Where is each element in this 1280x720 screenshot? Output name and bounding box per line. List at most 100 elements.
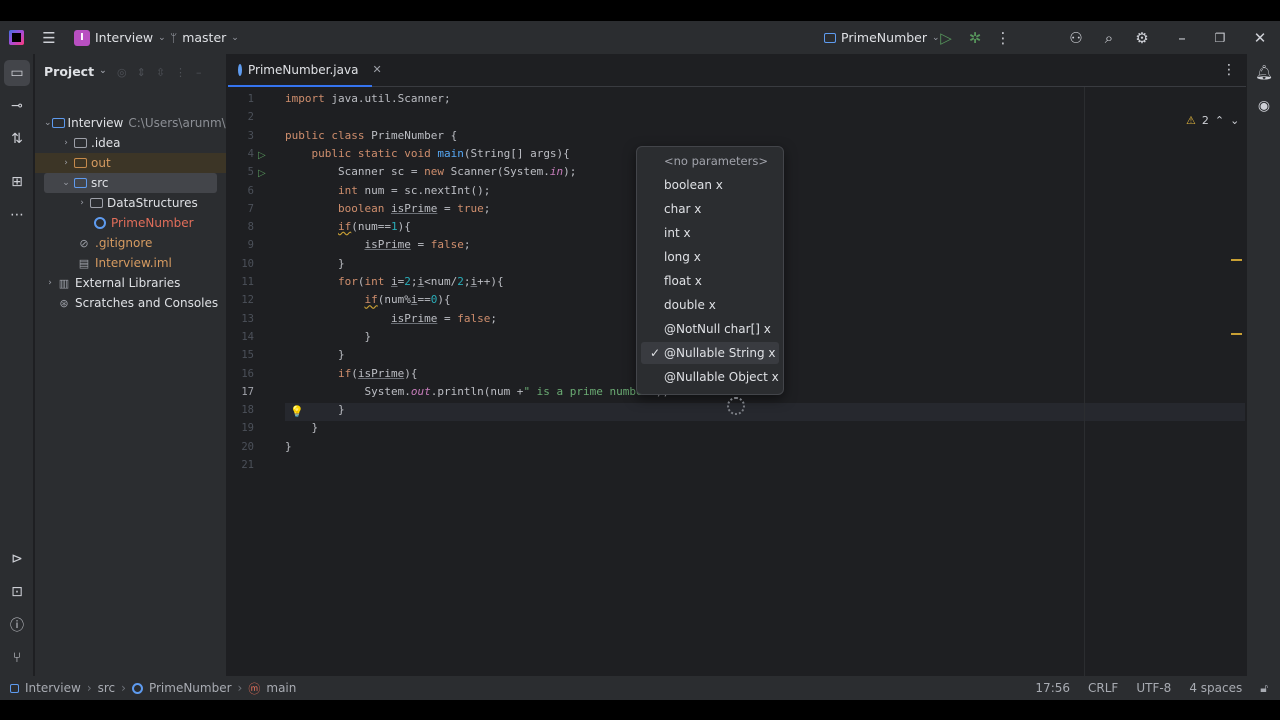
structure-icon[interactable]: ⊞ xyxy=(0,169,34,195)
read-only-lock-icon[interactable]: 🔓︎ xyxy=(1260,681,1268,696)
line-number: 4 xyxy=(247,147,254,160)
chevron-right-icon[interactable]: › xyxy=(60,138,72,148)
project-tool-icon[interactable]: ▭ xyxy=(4,60,30,86)
chevron-down-icon[interactable]: ⌄ xyxy=(44,118,52,128)
popup-header: <no parameters> xyxy=(664,154,768,168)
chevron-down-icon: ⌄ xyxy=(231,32,239,43)
scratches-icon: ⊛ xyxy=(59,296,69,310)
code-with-me-icon[interactable]: ⚇ xyxy=(1064,21,1088,54)
chevron-right-icon[interactable]: › xyxy=(60,158,72,168)
hide-icon[interactable]: – xyxy=(196,66,202,79)
project-panel: Project ⌄ ◎ ⇕ ⇳ ⋮ – ⌄ Interview C:\Users… xyxy=(35,54,227,676)
param-option[interactable]: @NotNull char[] x xyxy=(641,318,779,340)
tree-item-external-libraries[interactable]: › ▥ External Libraries xyxy=(35,273,226,293)
line-number: 9 xyxy=(247,239,254,252)
commit-tool-icon[interactable]: ⊸ xyxy=(0,93,34,119)
tree-item-interview[interactable]: ⌄ Interview C:\Users\arunm\I xyxy=(35,113,226,133)
iml-file-icon: ▤ xyxy=(78,256,90,270)
param-option[interactable]: boolean x xyxy=(641,174,779,196)
run-main-icon[interactable]: ▷ xyxy=(258,168,270,180)
line-number: 2 xyxy=(247,111,254,124)
chevron-right-icon: › xyxy=(86,681,92,695)
run-icon[interactable]: ▷ xyxy=(934,21,958,54)
param-option[interactable]: float x xyxy=(641,270,779,292)
services-icon[interactable]: ⊳ xyxy=(0,546,34,572)
warning-stripe-marker[interactable] xyxy=(1231,333,1242,335)
code-line: if(isPrime){ xyxy=(337,366,418,380)
java-class-icon xyxy=(92,216,108,230)
line-separator[interactable]: CRLF xyxy=(1088,681,1118,695)
chevron-down-icon[interactable]: ⌄ xyxy=(60,178,72,188)
more-tools-icon[interactable]: ⋯ xyxy=(0,202,34,228)
tree-item-interview-iml[interactable]: ▤ Interview.iml xyxy=(35,253,226,273)
tree-item-scratches[interactable]: ⊛ Scratches and Consoles xyxy=(35,293,226,313)
tab-options-icon[interactable]: ⋮ xyxy=(1222,62,1236,78)
breadcrumb-primenumber[interactable]: PrimeNumber xyxy=(149,681,232,695)
warning-stripe-marker[interactable] xyxy=(1231,259,1242,261)
chevron-right-icon: › xyxy=(237,681,243,695)
terminal-icon[interactable]: ⊡ xyxy=(0,579,34,605)
chevron-right-icon[interactable]: › xyxy=(44,278,56,288)
breadcrumb-src[interactable]: src xyxy=(98,681,116,695)
tree-item-gitignore[interactable]: ⊘ .gitignore xyxy=(35,233,226,253)
line-number: 6 xyxy=(247,184,254,197)
chevron-up-icon[interactable]: ⌃ xyxy=(1215,114,1224,127)
inspections-widget[interactable]: ⚠ 2 ⌃ ⌄ xyxy=(1186,114,1239,127)
close-tab-icon[interactable]: ✕ xyxy=(372,63,381,76)
git-icon[interactable]: ⑂ xyxy=(0,645,34,671)
chevron-down-icon[interactable]: ⌄ xyxy=(1230,114,1239,127)
chevron-down-icon: ⌄ xyxy=(158,32,166,43)
ai-assistant-icon[interactable]: ◉ xyxy=(1247,93,1280,119)
pull-requests-icon[interactable]: ⇅ xyxy=(0,126,34,152)
line-number: 15 xyxy=(241,349,254,362)
param-option[interactable]: int x xyxy=(641,222,779,244)
problems-icon[interactable]: ⓘ xyxy=(0,612,34,638)
chevron-right-icon[interactable]: › xyxy=(76,198,88,208)
breadcrumb-interview[interactable]: Interview xyxy=(25,681,81,695)
collapse-all-icon[interactable]: ⇳ xyxy=(156,66,165,79)
param-option[interactable]: char x xyxy=(641,198,779,220)
code-line: } xyxy=(285,421,319,435)
param-option[interactable]: long x xyxy=(641,246,779,268)
code-line: import java.util.Scanner; xyxy=(285,92,451,105)
caret-position[interactable]: 17:56 xyxy=(1035,681,1070,695)
expand-all-icon[interactable]: ⇕ xyxy=(137,66,146,79)
tab-primenumber-java[interactable]: PrimeNumber.java ✕ xyxy=(228,54,382,87)
status-widgets: 17:56 CRLF UTF-8 4 spaces 🔓︎ xyxy=(1035,681,1268,696)
tree-item-primenumber[interactable]: PrimeNumber xyxy=(35,213,226,233)
restore-icon[interactable]: ❐ xyxy=(1208,21,1232,54)
branch-selector[interactable]: ᛘ master ⌄ xyxy=(170,21,239,54)
project-selector[interactable]: I Interview ⌄ xyxy=(74,21,166,54)
code-line: } xyxy=(285,256,345,270)
run-class-icon[interactable]: ▷ xyxy=(258,150,270,162)
search-icon[interactable]: ⌕ xyxy=(1097,21,1121,54)
tree-item-out[interactable]: › out xyxy=(35,153,226,173)
minimize-icon[interactable]: – xyxy=(1170,21,1194,54)
tree-item-datastructures[interactable]: › DataStructures xyxy=(35,193,226,213)
indent-setting[interactable]: 4 spaces xyxy=(1189,681,1242,695)
application-config-icon xyxy=(824,32,836,43)
file-encoding[interactable]: UTF-8 xyxy=(1136,681,1171,695)
folder-excluded-icon xyxy=(72,156,88,170)
locate-icon[interactable]: ◎ xyxy=(117,66,127,79)
settings-gear-icon[interactable]: ⚙ xyxy=(1130,21,1154,54)
project-panel-title: Project xyxy=(44,63,95,79)
branch-name: master xyxy=(182,30,227,45)
param-option[interactable]: @Nullable Object x xyxy=(641,366,779,388)
line-number: 21 xyxy=(241,459,254,471)
line-number: 1 xyxy=(247,93,254,105)
options-icon[interactable]: ⋮ xyxy=(175,66,186,79)
breadcrumb-main[interactable]: main xyxy=(266,681,296,695)
java-class-icon xyxy=(238,63,242,76)
close-icon[interactable]: ✕ xyxy=(1248,21,1272,54)
more-actions-icon[interactable]: ⋮ xyxy=(991,21,1015,54)
run-config-selector[interactable]: PrimeNumber ⌄ xyxy=(824,21,940,54)
tree-item-idea[interactable]: › .idea xyxy=(35,133,226,153)
tree-item-src[interactable]: ⌄ src xyxy=(44,173,217,193)
notifications-bell-icon[interactable]: 🔔︎ xyxy=(1247,60,1280,86)
param-option-selected[interactable]: ✓ @Nullable String x xyxy=(641,342,779,364)
param-option[interactable]: double x xyxy=(641,294,779,316)
main-menu-icon[interactable]: ☰ xyxy=(37,21,61,54)
debug-icon[interactable]: ✲ xyxy=(963,21,987,54)
code-line: public class PrimeNumber { xyxy=(285,128,458,142)
